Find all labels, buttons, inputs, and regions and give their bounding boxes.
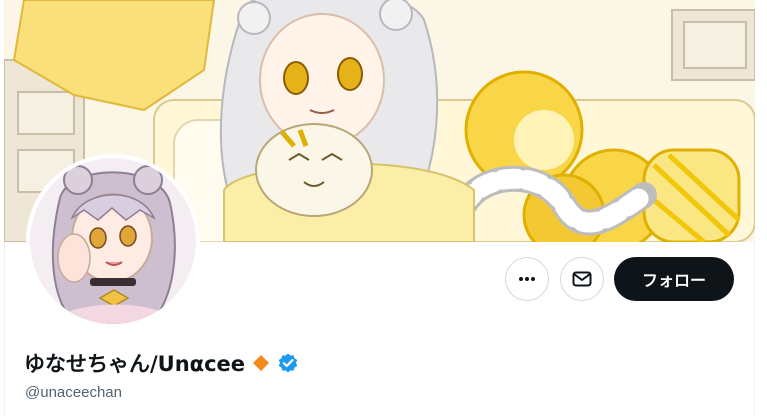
profile-handle: @unaceechan bbox=[25, 384, 122, 401]
avatar-illustration bbox=[30, 158, 196, 324]
envelope-icon bbox=[572, 271, 592, 287]
profile-avatar[interactable] bbox=[26, 154, 200, 328]
profile-name-row: ゆなせちゃん/Unαcee bbox=[24, 346, 299, 380]
message-button[interactable] bbox=[560, 257, 604, 301]
more-dots-icon bbox=[519, 277, 535, 281]
more-options-button[interactable] bbox=[505, 257, 549, 301]
follow-button[interactable]: フォロー bbox=[614, 257, 734, 301]
display-name: ゆなせちゃん/Unαcee bbox=[24, 352, 246, 376]
orange-diamond-badge-icon[interactable] bbox=[251, 353, 271, 373]
blue-verified-check-icon[interactable] bbox=[277, 352, 299, 374]
